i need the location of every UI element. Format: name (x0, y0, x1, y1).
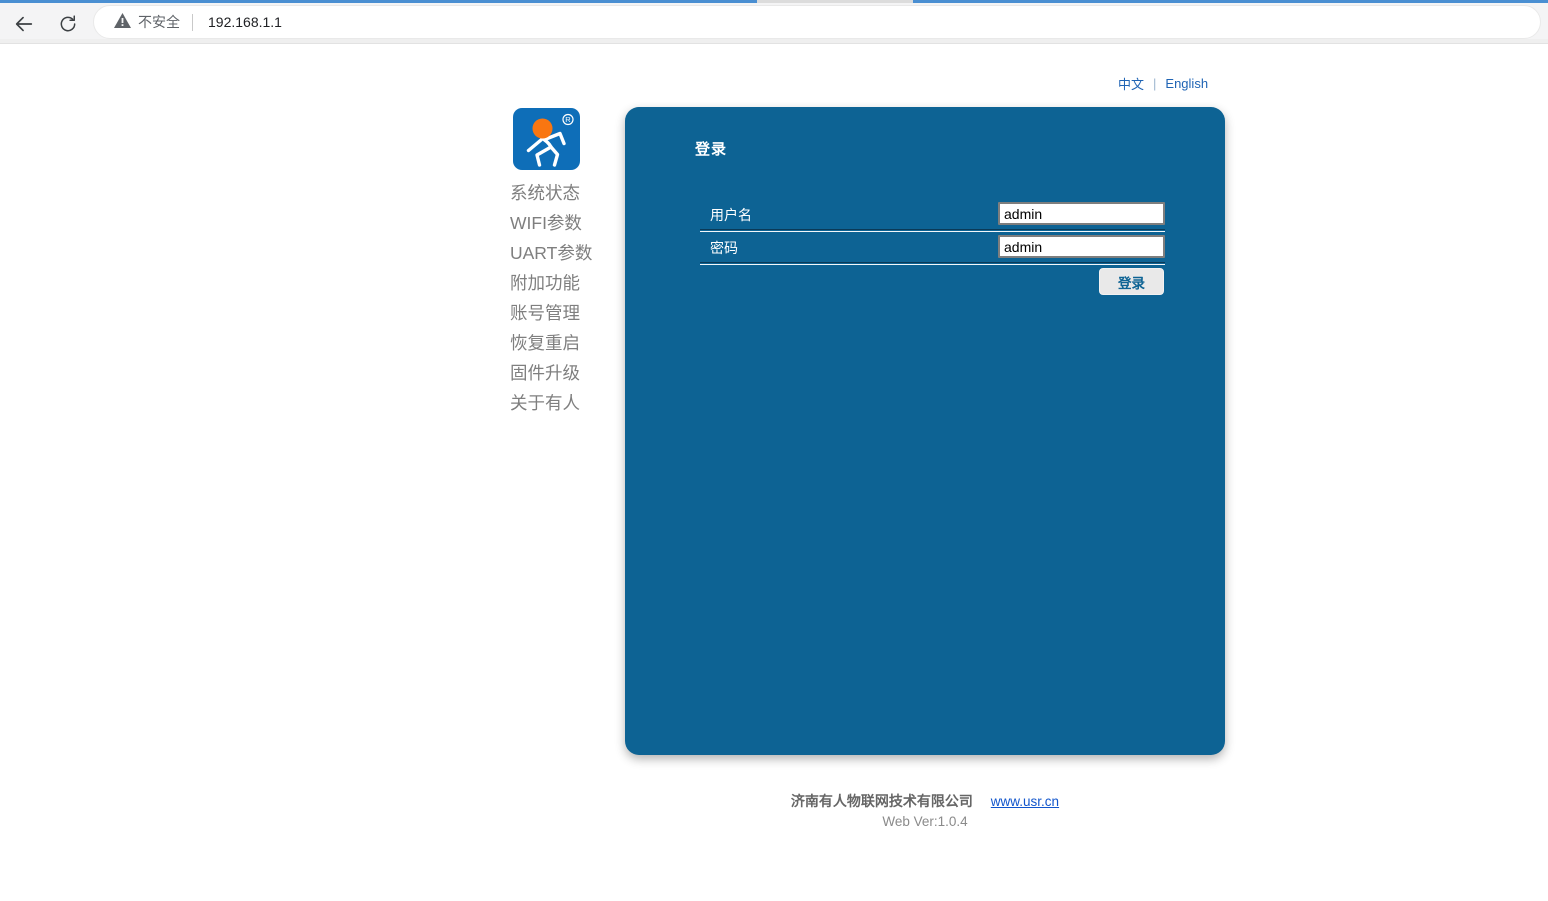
sidebar-item-wifi-params[interactable]: WIFI参数 (510, 208, 620, 238)
sidebar-item-firmware-upgrade[interactable]: 固件升级 (510, 358, 620, 388)
toolbar-separator (0, 39, 1548, 44)
sidebar-menu: 系统状态 WIFI参数 UART参数 附加功能 账号管理 恢复重启 固件升级 关… (510, 178, 620, 418)
website-link[interactable]: www.usr.cn (991, 794, 1059, 809)
password-input[interactable] (998, 235, 1165, 258)
url-text: 192.168.1.1 (208, 14, 282, 30)
security-label: 不安全 (138, 12, 180, 32)
back-icon (13, 13, 35, 35)
page: 不安全 192.168.1.1 中文 | English R (0, 0, 1548, 901)
login-title: 登录 (695, 138, 727, 159)
back-button[interactable] (11, 11, 37, 37)
lang-separator: | (1153, 76, 1156, 91)
username-label: 用户名 (710, 205, 752, 225)
browser-toolbar: 不安全 192.168.1.1 (0, 3, 1548, 39)
address-divider (192, 14, 193, 31)
sidebar-item-extra-functions[interactable]: 附加功能 (510, 268, 620, 298)
web-version: Web Ver:1.0.4 (625, 814, 1225, 829)
page-footer: 济南有人物联网技术有限公司 www.usr.cn Web Ver:1.0.4 (625, 791, 1225, 829)
sidebar-item-about-usr[interactable]: 关于有人 (510, 388, 620, 418)
language-bar: 中文 | English (1118, 74, 1208, 93)
lang-english-link[interactable]: English (1165, 76, 1208, 91)
form-divider (700, 229, 1165, 231)
form-divider (700, 262, 1165, 264)
login-button[interactable]: 登录 (1099, 268, 1164, 295)
sidebar-item-account-mgmt[interactable]: 账号管理 (510, 298, 620, 328)
login-panel: 登录 用户名 密码 登录 (625, 107, 1225, 755)
sidebar-item-system-status[interactable]: 系统状态 (510, 178, 620, 208)
password-label: 密码 (710, 238, 738, 258)
sidebar-item-uart-params[interactable]: UART参数 (510, 238, 620, 268)
site-security-badge[interactable]: 不安全 (114, 12, 180, 32)
lang-chinese-link[interactable]: 中文 (1118, 74, 1144, 93)
username-input[interactable] (998, 202, 1165, 225)
sidebar-item-restore-restart[interactable]: 恢复重启 (510, 328, 620, 358)
company-name: 济南有人物联网技术有限公司 (791, 793, 973, 809)
refresh-button[interactable] (55, 11, 81, 37)
refresh-icon (58, 14, 78, 34)
logo-head (533, 119, 553, 139)
address-bar[interactable]: 不安全 192.168.1.1 (93, 5, 1541, 39)
warning-icon (114, 13, 131, 31)
registered-mark: R (565, 115, 571, 124)
usr-logo: R (513, 108, 580, 170)
